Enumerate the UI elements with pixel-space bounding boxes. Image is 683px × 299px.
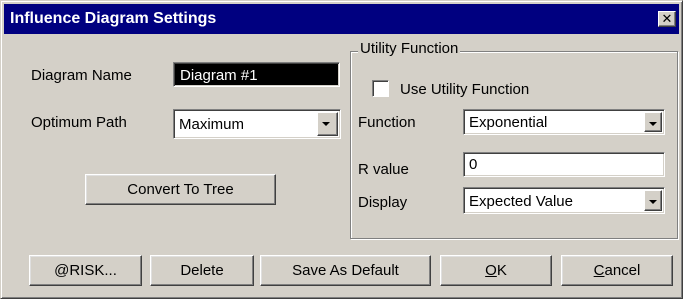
influence-diagram-settings-dialog: Influence Diagram Settings ✕ Diagram Nam… [0, 0, 683, 299]
ok-label-rest: K [496, 262, 507, 279]
function-value: Exponential [469, 114, 548, 131]
close-button[interactable]: ✕ [658, 11, 676, 27]
chevron-down-icon[interactable] [317, 112, 338, 136]
save-as-default-button[interactable]: Save As Default [260, 255, 431, 286]
function-select[interactable]: Exponential [463, 109, 665, 135]
use-utility-function-label[interactable]: Use Utility Function [400, 81, 529, 98]
delete-button[interactable]: Delete [150, 255, 254, 286]
display-label: Display [358, 194, 408, 211]
diagram-name-value: Diagram #1 [177, 66, 261, 85]
window-title: Influence Diagram Settings [10, 10, 217, 27]
ok-mnemonic: O [485, 262, 497, 279]
display-select[interactable]: Expected Value [463, 187, 665, 214]
chevron-down-icon[interactable] [644, 190, 662, 211]
diagram-name-input[interactable]: Diagram #1 [173, 62, 340, 87]
ok-button[interactable]: OK [440, 255, 552, 286]
optimum-path-label: Optimum Path [31, 114, 127, 131]
utility-function-group-label: Utility Function [358, 40, 461, 57]
chevron-down-icon[interactable] [644, 112, 662, 132]
function-label: Function [358, 114, 416, 131]
optimum-path-select[interactable]: Maximum [173, 109, 341, 139]
close-icon: ✕ [661, 11, 673, 26]
r-value-input[interactable]: 0 [463, 152, 665, 177]
diagram-name-label: Diagram Name [31, 67, 132, 84]
cancel-button[interactable]: Cancel [561, 255, 673, 286]
r-value-text: 0 [469, 156, 478, 173]
display-value: Expected Value [469, 193, 573, 210]
optimum-path-value: Maximum [179, 116, 245, 133]
cancel-mnemonic: C [593, 262, 605, 279]
r-value-label: R value [358, 161, 409, 178]
risk-button[interactable]: @RISK... [29, 255, 142, 286]
cancel-label-rest: ancel [604, 262, 641, 279]
title-bar: Influence Diagram Settings ✕ [4, 4, 679, 34]
convert-to-tree-button[interactable]: Convert To Tree [85, 174, 276, 205]
use-utility-function-checkbox[interactable] [372, 80, 389, 97]
